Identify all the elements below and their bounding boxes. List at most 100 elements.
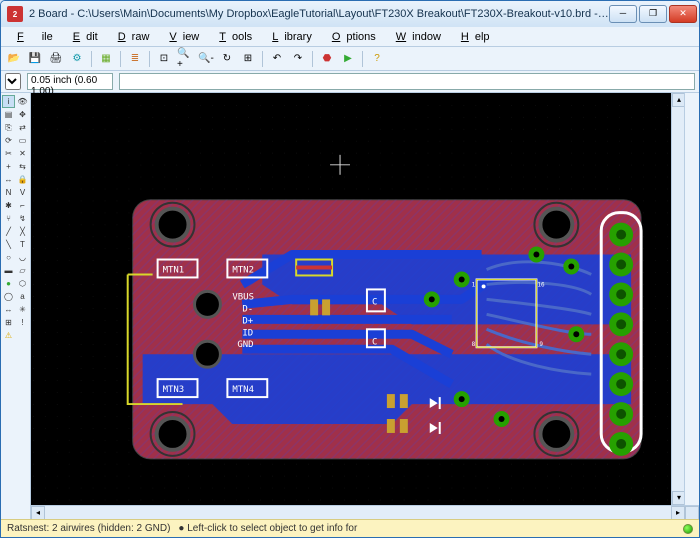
zoom-fit-icon[interactable]: ⊡ [155,50,173,68]
erc-tool[interactable]: ! [16,316,29,329]
signal-tool[interactable]: ⬡ [16,277,29,290]
ripup-tool[interactable]: ╳ [16,225,29,238]
status-led-icon [683,524,693,534]
add-tool[interactable]: + [2,160,15,173]
app-window: 2 2 Board - C:\Users\Main\Documents\My D… [0,0,700,538]
info-tool[interactable]: i [2,95,15,108]
save-icon[interactable]: 💾 [26,50,44,68]
show-tool[interactable]: 👁 [16,95,29,108]
menu-help[interactable]: Help [449,29,496,45]
workspace: i👁 ▤✥ ⎘⇄ ⟳▭ ✂✕ +⇆ ↔🔒 NV ✱⌐ ⑂↯ ╱╳ ╲T ○◡ ▬… [1,93,699,519]
label-id: ID [242,328,253,338]
label-dplus: D+ [242,316,253,326]
zoom-out-icon[interactable]: 🔍- [197,50,215,68]
window-controls: ─ ❐ ✕ [609,5,697,23]
help-icon[interactable]: ? [368,50,386,68]
menu-view[interactable]: View [157,29,205,45]
label-mtn4: MTN4 [232,385,254,395]
svg-text:8: 8 [472,341,476,348]
window-title: 2 Board - C:\Users\Main\Documents\My Dro… [29,8,609,20]
copy-tool[interactable]: ⎘ [2,121,15,134]
tool-palette: i👁 ▤✥ ⎘⇄ ⟳▭ ✂✕ +⇆ ↔🔒 NV ✱⌐ ⑂↯ ╱╳ ╲T ○◡ ▬… [1,93,31,519]
open-icon[interactable]: 📂 [5,50,23,68]
text-tool[interactable]: T [16,238,29,251]
zoom-in-icon[interactable]: 🔍+ [176,50,194,68]
wire-tool[interactable]: ╲ [2,238,15,251]
menu-options[interactable]: Options [320,29,382,45]
value-tool[interactable]: V [16,186,29,199]
go-icon[interactable]: ▶ [339,50,357,68]
scroll-left-icon[interactable]: ◂ [31,506,45,520]
layers-icon[interactable]: ≣ [126,50,144,68]
coord-readout: 0.05 inch (0.60 1.00) [27,73,113,90]
optimize-tool[interactable]: ↯ [16,212,29,225]
schem-switch-icon[interactable]: ▦ [97,50,115,68]
smash-tool[interactable]: ✱ [2,199,15,212]
rotate-tool[interactable]: ⟳ [2,134,15,147]
pcb-drawing: MTN1 MTN2 MTN3 MTN4 VBUS D- D+ ID GND C … [33,105,671,505]
undo-icon[interactable]: ↶ [268,50,286,68]
menu-draw[interactable]: Draw [106,29,156,45]
scroll-down-icon[interactable]: ▾ [672,491,686,505]
pcb-canvas[interactable]: MTN1 MTN2 MTN3 MTN4 VBUS D- D+ ID GND C … [31,93,699,505]
split-tool[interactable]: ⑂ [2,212,15,225]
label-gnd: GND [237,340,253,350]
menu-tools[interactable]: Tools [207,29,258,45]
grid-select[interactable] [5,73,21,90]
close-button[interactable]: ✕ [669,5,697,23]
scrollbar-vertical[interactable]: ▴ ▾ [671,93,685,505]
dim-tool[interactable]: ↔ [2,303,15,316]
command-input[interactable] [119,73,695,90]
menu-window[interactable]: Window [384,29,447,45]
app-icon: 2 [7,6,23,22]
auto-tool[interactable]: ⊞ [2,316,15,329]
label-mtn2: MTN2 [232,265,254,275]
svg-text:16: 16 [537,281,545,288]
stop-icon[interactable]: ⬣ [318,50,336,68]
menu-edit[interactable]: Edit [61,29,104,45]
delete-tool[interactable]: ✕ [16,147,29,160]
zoom-select-icon[interactable]: ⊞ [239,50,257,68]
redraw-icon[interactable]: ↻ [218,50,236,68]
scroll-right-icon[interactable]: ▸ [671,506,685,520]
group-tool[interactable]: ▭ [16,134,29,147]
scrollbar-horizontal[interactable]: ◂ ▸ [31,505,699,519]
canvas-wrap: MTN1 MTN2 MTN3 MTN4 VBUS D- D+ ID GND C … [31,93,699,519]
titlebar: 2 2 Board - C:\Users\Main\Documents\My D… [1,1,699,27]
via-tool[interactable]: ● [2,277,15,290]
layers-tool[interactable]: ▤ [2,108,15,121]
label-mtn1: MTN1 [163,265,185,275]
circle-tool[interactable]: ○ [2,251,15,264]
menu-file[interactable]: File [5,29,59,45]
arc-tool[interactable]: ◡ [16,251,29,264]
scroll-up-icon[interactable]: ▴ [672,93,686,107]
svg-text:9: 9 [539,341,543,348]
status-ratsnest: Ratsnest: 2 airwires (hidden: 2 GND) [7,523,170,534]
ratsnest-tool[interactable]: ✳ [16,303,29,316]
cam-icon[interactable]: ⚙ [68,50,86,68]
route-tool[interactable]: ╱ [2,225,15,238]
redo-icon[interactable]: ↷ [289,50,307,68]
maximize-button[interactable]: ❐ [639,5,667,23]
label-c1: C [372,297,377,307]
menu-library[interactable]: Library [260,29,318,45]
poly-tool[interactable]: ▱ [16,264,29,277]
minimize-button[interactable]: ─ [609,5,637,23]
pinswap-tool[interactable]: ⇆ [16,160,29,173]
move-tool[interactable]: ✥ [16,108,29,121]
rect-tool[interactable]: ▬ [2,264,15,277]
miter-tool[interactable]: ⌐ [16,199,29,212]
mark-tool[interactable] [16,329,29,342]
coord-row: 0.05 inch (0.60 1.00) [1,71,699,93]
cut-tool[interactable]: ✂ [2,147,15,160]
scroll-corner [685,506,699,520]
mirror-tool[interactable]: ⇄ [16,121,29,134]
attr-tool[interactable]: a [16,290,29,303]
replace-tool[interactable]: ↔ [2,173,15,186]
print-icon[interactable]: 🖨 [47,50,65,68]
errors-tool[interactable]: ⚠ [2,329,15,342]
name-tool[interactable]: N [2,186,15,199]
lock-tool[interactable]: 🔒 [16,173,29,186]
svg-text:1: 1 [472,281,476,288]
hole-tool[interactable]: ◯ [2,290,15,303]
